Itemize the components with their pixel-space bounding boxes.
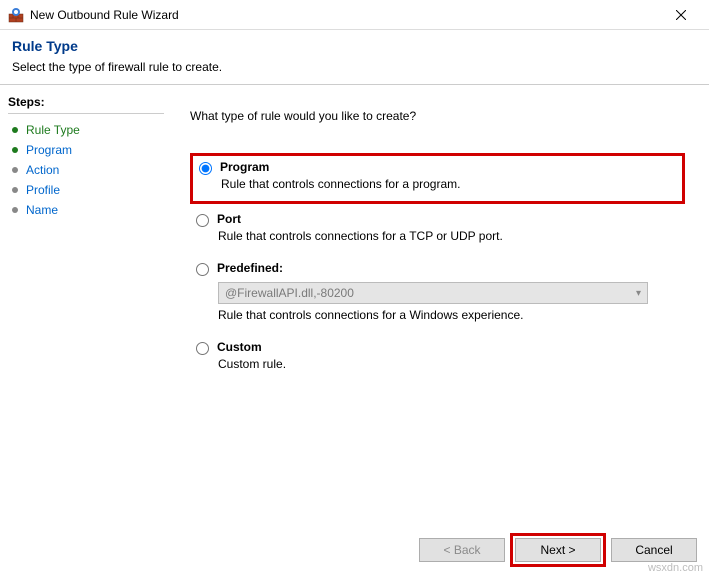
wizard-body: Steps: Rule Type Program Action Profile … [0, 85, 709, 525]
step-profile[interactable]: Profile [8, 180, 164, 200]
option-label: Port [217, 212, 241, 226]
option-port[interactable]: Port Rule that controls connections for … [190, 208, 685, 253]
option-desc: Custom rule. [218, 357, 679, 371]
option-desc: Rule that controls connections for a TCP… [218, 229, 679, 243]
radio-program[interactable] [199, 162, 212, 175]
steps-panel: Steps: Rule Type Program Action Profile … [0, 85, 172, 525]
step-program[interactable]: Program [8, 140, 164, 160]
step-label: Rule Type [26, 123, 80, 137]
step-name[interactable]: Name [8, 200, 164, 220]
close-button[interactable] [661, 1, 701, 29]
bullet-icon [12, 147, 18, 153]
option-label: Custom [217, 340, 262, 354]
chevron-down-icon: ▾ [636, 288, 641, 299]
bullet-icon [12, 167, 18, 173]
page-title: Rule Type [12, 38, 697, 54]
bullet-icon [12, 187, 18, 193]
option-program[interactable]: Program Rule that controls connections f… [190, 153, 685, 204]
step-rule-type[interactable]: Rule Type [8, 120, 164, 140]
step-action[interactable]: Action [8, 160, 164, 180]
wizard-header: Rule Type Select the type of firewall ru… [0, 30, 709, 84]
radio-custom[interactable] [196, 342, 209, 355]
titlebar: New Outbound Rule Wizard [0, 0, 709, 30]
step-label: Name [26, 203, 58, 217]
steps-divider [8, 113, 164, 114]
option-desc: Rule that controls connections for a Win… [218, 308, 679, 322]
radio-port[interactable] [196, 214, 209, 227]
wizard-footer: < Back Next > Cancel [419, 538, 697, 562]
prompt-text: What type of rule would you like to crea… [190, 109, 685, 123]
page-subtitle: Select the type of firewall rule to crea… [12, 60, 697, 74]
dropdown-value: @FirewallAPI.dll,-80200 [225, 286, 354, 300]
watermark: wsxdn.com [648, 562, 703, 574]
close-icon [676, 10, 686, 20]
steps-title: Steps: [8, 95, 164, 109]
option-label: Program [220, 160, 269, 174]
option-label: Predefined: [217, 261, 283, 275]
bullet-icon [12, 127, 18, 133]
step-label: Profile [26, 183, 60, 197]
back-button[interactable]: < Back [419, 538, 505, 562]
step-label: Program [26, 143, 72, 157]
option-desc: Rule that controls connections for a pro… [221, 177, 676, 191]
step-label: Action [26, 163, 59, 177]
window-title: New Outbound Rule Wizard [30, 8, 661, 22]
radio-predefined[interactable] [196, 263, 209, 276]
next-button[interactable]: Next > [515, 538, 601, 562]
predefined-dropdown[interactable]: @FirewallAPI.dll,-80200 ▾ [218, 282, 648, 304]
bullet-icon [12, 207, 18, 213]
option-custom[interactable]: Custom Custom rule. [190, 336, 685, 381]
option-predefined[interactable]: Predefined: @FirewallAPI.dll,-80200 ▾ Ru… [190, 257, 685, 332]
main-panel: What type of rule would you like to crea… [172, 85, 709, 525]
cancel-button[interactable]: Cancel [611, 538, 697, 562]
firewall-icon [8, 7, 24, 23]
